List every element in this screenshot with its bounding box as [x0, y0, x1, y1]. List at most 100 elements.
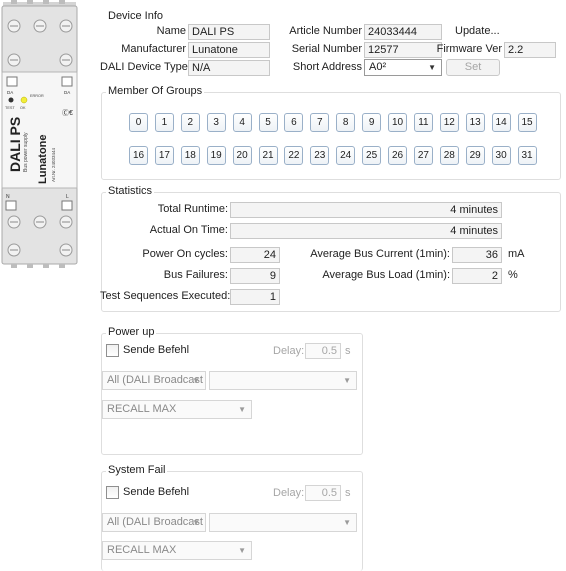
set-button[interactable]: Set: [446, 59, 500, 76]
group-button-27[interactable]: 27: [413, 146, 433, 165]
group-button-4[interactable]: 4: [232, 113, 252, 132]
test-sequences-label: Test Sequences Executed:: [100, 290, 231, 302]
system-fail-delay-label: Delay:: [273, 487, 305, 499]
manufacturer-field[interactable]: Lunatone: [188, 42, 270, 58]
actual-on-label: Actual On Time:: [149, 224, 228, 236]
group-button-21[interactable]: 21: [258, 146, 278, 165]
system-fail-address-value: All (DALI Broadcast: [107, 516, 203, 528]
short-address-select[interactable]: A0² ▼: [364, 59, 442, 76]
subtitle-text: Bus power supply: [23, 132, 29, 172]
terminal-label: N: [6, 194, 10, 200]
led-label: ERROR: [30, 94, 44, 98]
member-groups-title: Member Of Groups: [106, 85, 205, 97]
power-up-delay-field[interactable]: 0.5: [305, 343, 341, 359]
group-button-26[interactable]: 26: [388, 146, 407, 165]
article-number-label: Article Number: [289, 25, 362, 37]
actual-on-value: 4 minutes: [230, 223, 502, 239]
group-button-24[interactable]: 24: [336, 146, 356, 165]
power-up-send-label[interactable]: Sende Befehl: [123, 344, 189, 356]
group-button-2[interactable]: 2: [180, 113, 200, 132]
power-up-target-select[interactable]: ▼: [209, 371, 357, 390]
article-text: Art.Nr. 24033444: [51, 147, 56, 182]
group-button-31[interactable]: 31: [517, 146, 537, 165]
group-button-8[interactable]: 8: [336, 113, 356, 132]
dropdown-arrow-icon: ▼: [192, 518, 200, 527]
power-cycles-value: 24: [230, 247, 280, 263]
led-label: OK: [20, 106, 26, 110]
group-button-5[interactable]: 5: [258, 113, 278, 132]
article-number-field[interactable]: 24033444: [364, 24, 442, 40]
power-up-command-value: RECALL MAX: [107, 403, 177, 415]
total-runtime-value: 4 minutes: [230, 202, 502, 218]
system-fail-delay-field[interactable]: 0.5: [305, 485, 341, 501]
power-up-command-select[interactable]: RECALL MAX ▼: [102, 400, 252, 419]
system-fail-title: System Fail: [106, 464, 168, 476]
dropdown-arrow-icon: ▼: [238, 405, 246, 414]
group-button-12[interactable]: 12: [439, 113, 459, 132]
test-sequences-value: 1: [230, 289, 280, 305]
group-button-20[interactable]: 20: [232, 146, 252, 165]
group-button-29[interactable]: 29: [465, 146, 485, 165]
system-fail-address-select[interactable]: All (DALI Broadcast ▼: [102, 513, 206, 532]
avg-current-value: 36: [452, 247, 502, 263]
power-up-address-value: All (DALI Broadcast: [107, 374, 203, 386]
group-button-10[interactable]: 10: [388, 113, 407, 132]
group-button-28[interactable]: 28: [439, 146, 459, 165]
system-fail-target-select[interactable]: ▼: [209, 513, 357, 532]
group-button-30[interactable]: 30: [491, 146, 511, 165]
total-runtime-label: Total Runtime:: [157, 203, 228, 215]
dropdown-arrow-icon: ▼: [192, 376, 200, 385]
name-label: Name: [156, 25, 186, 37]
dropdown-arrow-icon: ▼: [238, 546, 246, 555]
power-up-delay-label: Delay:: [273, 345, 305, 357]
avg-current-label: Average Bus Current (1min):: [310, 248, 450, 260]
device-type-label: DALI Device Type: [100, 61, 188, 73]
manufacturer-label: Manufacturer: [121, 43, 186, 55]
group-button-11[interactable]: 11: [413, 113, 433, 132]
group-button-23[interactable]: 23: [310, 146, 330, 165]
group-button-6[interactable]: 6: [284, 113, 304, 132]
group-button-0[interactable]: 0: [129, 113, 148, 132]
group-button-13[interactable]: 13: [465, 113, 485, 132]
group-button-3[interactable]: 3: [206, 113, 226, 132]
led-label: TEST: [5, 106, 15, 110]
system-fail-command-select[interactable]: RECALL MAX ▼: [102, 541, 252, 560]
statistics-title: Statistics: [106, 185, 155, 197]
system-fail-delay-unit: s: [345, 487, 351, 499]
product-text: DALI PS: [7, 117, 23, 172]
group-button-15[interactable]: 15: [517, 113, 537, 132]
firmware-label: Firmware Ver: [436, 43, 502, 55]
device-illustration: DA DA TEST OK ERROR DALI PS Bus power su…: [1, 0, 78, 268]
group-button-22[interactable]: 22: [284, 146, 304, 165]
terminal-label: L: [66, 194, 69, 200]
group-button-25[interactable]: 25: [362, 146, 382, 165]
device-type-field[interactable]: N/A: [188, 60, 270, 76]
name-field[interactable]: DALI PS: [188, 24, 270, 40]
brand-text: Lunatone: [37, 135, 49, 185]
group-button-18[interactable]: 18: [180, 146, 200, 165]
dropdown-arrow-icon: ▼: [343, 376, 351, 385]
group-button-14[interactable]: 14: [491, 113, 511, 132]
system-fail-send-checkbox[interactable]: [106, 486, 119, 499]
group-button-9[interactable]: 9: [362, 113, 382, 132]
power-up-delay-unit: s: [345, 345, 351, 357]
system-fail-command-value: RECALL MAX: [107, 544, 177, 556]
short-address-value: A0²: [369, 61, 387, 73]
short-address-label: Short Address: [292, 61, 362, 73]
avg-current-unit: mA: [508, 248, 525, 260]
power-up-send-checkbox[interactable]: [106, 344, 119, 357]
group-button-1[interactable]: 1: [154, 113, 174, 132]
group-button-17[interactable]: 17: [154, 146, 174, 165]
power-up-address-select[interactable]: All (DALI Broadcast ▼: [102, 371, 206, 390]
avg-load-label: Average Bus Load (1min):: [322, 269, 450, 281]
update-button[interactable]: Update...: [455, 25, 500, 37]
system-fail-send-label[interactable]: Sende Befehl: [123, 486, 189, 498]
dropdown-arrow-icon: ▼: [343, 518, 351, 527]
group-button-16[interactable]: 16: [129, 146, 148, 165]
dropdown-arrow-icon: ▼: [428, 63, 436, 72]
member-groups-group: [101, 92, 561, 180]
group-button-7[interactable]: 7: [310, 113, 330, 132]
device-info-title: Device Info: [108, 10, 164, 22]
group-button-19[interactable]: 19: [206, 146, 226, 165]
firmware-field[interactable]: 2.2: [504, 42, 556, 58]
